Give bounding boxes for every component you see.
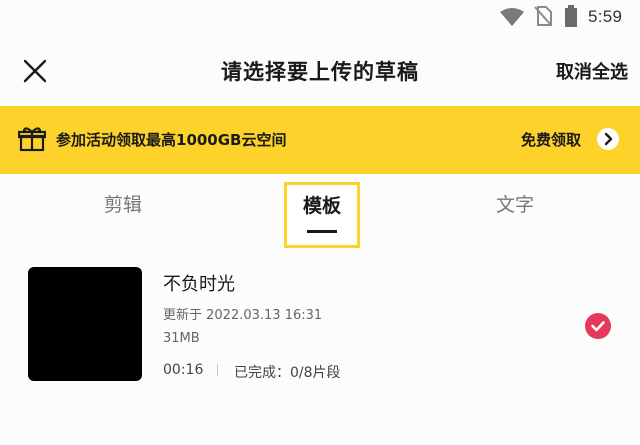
selected-check-icon[interactable] [585, 313, 611, 339]
draft-name: 不负时光 [163, 274, 235, 295]
no-sim-icon [534, 6, 552, 30]
divider [217, 364, 218, 376]
upload-draft-screen: 5:59 请选择要上传的草稿 取消全选 参加活动领取最高1000GB云空间 免费… [0, 0, 640, 445]
draft-item[interactable]: 不负时光 更新于 2022.03.13 16:31 31MB 00:16 已完成… [0, 260, 640, 390]
claim-free-button[interactable]: 免费领取 [521, 129, 581, 150]
gift-icon [17, 126, 47, 156]
tab-text[interactable]: 文字 [496, 190, 534, 217]
header: 请选择要上传的草稿 取消全选 [0, 44, 640, 94]
draft-duration: 00:16 [163, 362, 204, 378]
tab-active-indicator [307, 230, 337, 233]
tab-template[interactable]: 模板 [284, 182, 360, 248]
page-title: 请选择要上传的草稿 [221, 60, 419, 84]
draft-progress: 已完成：0/8片段 [234, 365, 341, 381]
tab-edit[interactable]: 剪辑 [104, 190, 142, 217]
promo-text: 参加活动领取最高1000GB云空间 [56, 131, 287, 149]
draft-thumbnail [28, 267, 142, 381]
chevron-right-icon[interactable] [597, 128, 619, 150]
battery-icon [564, 5, 578, 31]
status-bar: 5:59 [0, 0, 640, 34]
draft-size: 31MB [163, 331, 200, 346]
status-time: 5:59 [588, 7, 623, 26]
wifi-icon [500, 8, 524, 30]
promo-banner[interactable]: 参加活动领取最高1000GB云空间 免费领取 [0, 106, 640, 174]
cancel-all-button[interactable]: 取消全选 [556, 58, 628, 84]
tab-template-label: 模板 [302, 195, 341, 217]
draft-type-tabs: 剪辑 模板 文字 [0, 178, 640, 248]
draft-updated-time: 更新于 2022.03.13 16:31 [163, 308, 323, 323]
